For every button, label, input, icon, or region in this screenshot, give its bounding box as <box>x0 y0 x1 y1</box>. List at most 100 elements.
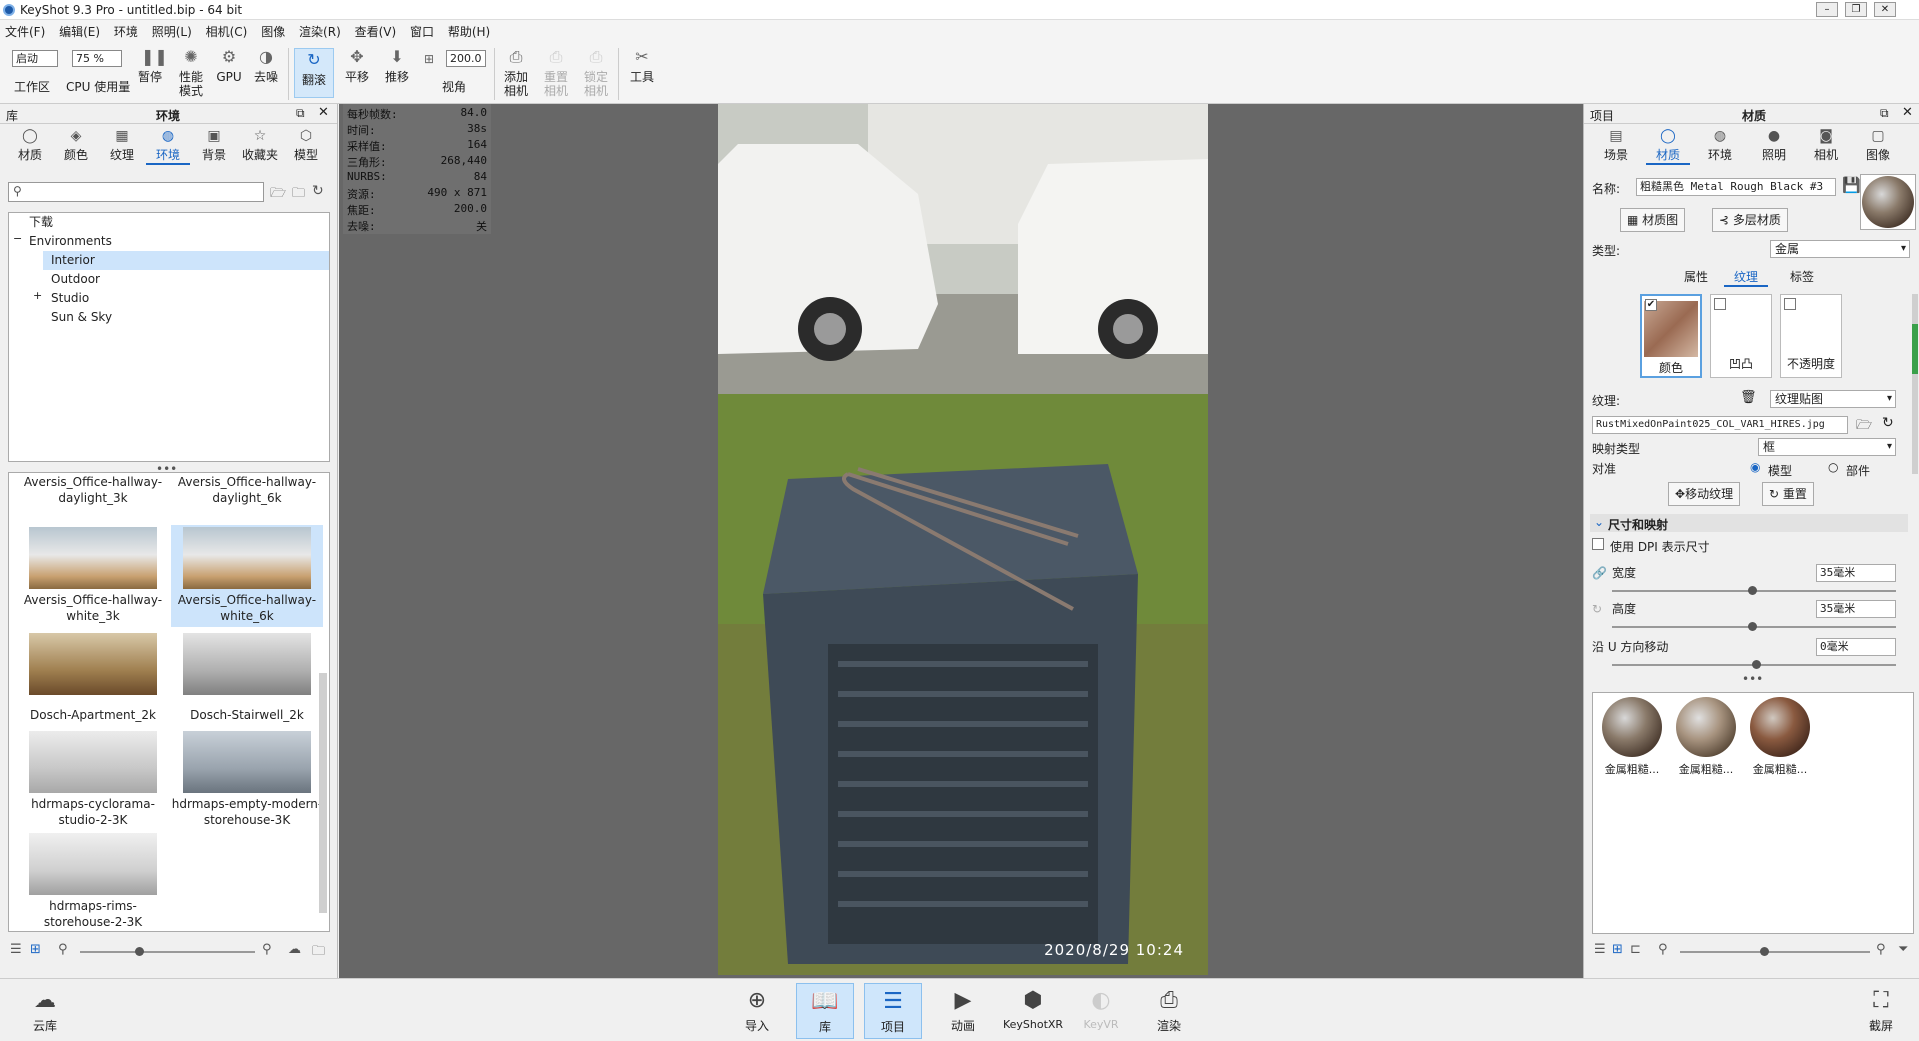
tab-environment[interactable]: ◍ 环境 <box>146 128 190 165</box>
list-view-icon[interactable]: ☰ <box>10 942 22 957</box>
height-slider[interactable] <box>1612 622 1896 631</box>
gpu-button[interactable]: ⚙ GPU <box>214 46 244 85</box>
size-mapping-section[interactable]: ⌄ 尺寸和映射 <box>1590 514 1908 532</box>
tree-node-download[interactable]: 下载 <box>29 213 319 232</box>
cpu-usage-select[interactable]: 75 % <box>72 50 122 67</box>
slot-checkbox[interactable] <box>1714 298 1726 310</box>
pan-button[interactable]: ✥ 平移 <box>340 46 374 85</box>
opacity-texture-slot[interactable]: 不透明度 <box>1780 294 1842 378</box>
material-type-select[interactable]: 金属 <box>1770 240 1910 258</box>
width-slider[interactable] <box>1612 586 1896 595</box>
screenshot-button[interactable]: ⛶ 截屏 <box>1852 983 1910 1039</box>
undock-icon[interactable]: ⧉ <box>1880 106 1889 121</box>
tab-model[interactable]: ⬡ 模型 <box>284 128 328 163</box>
close-panel-icon[interactable]: ✕ <box>318 105 329 120</box>
keyshotxr-button[interactable]: ⬢ KeyShotXR <box>1000 983 1066 1039</box>
menu-help[interactable]: 帮助(H) <box>443 20 495 43</box>
grid-view-icon[interactable]: ⊞ <box>30 942 41 957</box>
tab-color[interactable]: ◈ 颜色 <box>54 128 98 163</box>
texture-type-select[interactable]: 纹理贴图 <box>1770 390 1896 408</box>
menu-environment[interactable]: 环境 <box>109 20 143 43</box>
color-texture-slot[interactable]: ✔ 颜色 <box>1640 294 1702 378</box>
reload-icon[interactable]: ↻ <box>1882 415 1894 431</box>
list-view-icon[interactable]: ☰ <box>1594 942 1606 957</box>
tab-material[interactable]: ◯ 材质 <box>8 128 52 163</box>
material-preview[interactable] <box>1860 174 1916 230</box>
tools-button[interactable]: ✂ 工具 <box>624 46 660 85</box>
move-texture-button[interactable]: ✥移动纹理 <box>1668 482 1741 506</box>
render-button[interactable]: ⎙ 渲染 <box>1140 983 1198 1039</box>
pause-button[interactable]: ❚❚ 暂停 <box>134 46 168 85</box>
reset-texture-button[interactable]: ↻ 重置 <box>1762 482 1814 506</box>
lock-camera-button[interactable]: ⎙ 锁定 相机 <box>580 46 612 99</box>
browse-folder-icon[interactable]: 🗁 <box>1856 416 1872 438</box>
subtab-properties[interactable]: 属性 <box>1684 268 1708 285</box>
workspace-select[interactable]: 启动 <box>12 50 58 67</box>
add-camera-button[interactable]: ⎙ 添加 相机 <box>500 46 532 99</box>
tree-node-studio[interactable]: Studio <box>43 289 329 308</box>
animation-button[interactable]: ▶ 动画 <box>934 983 992 1039</box>
tab-scene[interactable]: ▤ 场景 <box>1594 128 1638 163</box>
open-folder-icon[interactable]: 🗁 <box>270 184 286 206</box>
tab-lighting[interactable]: ● 照明 <box>1752 128 1796 163</box>
tab-texture[interactable]: ▦ 纹理 <box>100 128 144 163</box>
align-model-radio[interactable]: ◉ <box>1750 460 1760 474</box>
menu-view[interactable]: 查看(V) <box>350 20 402 43</box>
tab-image[interactable]: ▢ 图像 <box>1856 128 1900 163</box>
subtab-texture[interactable]: 纹理 <box>1724 268 1769 287</box>
link-icon[interactable]: 🔗 <box>1592 566 1607 580</box>
tab-camera[interactable]: ◙ 相机 <box>1804 128 1848 163</box>
list-item[interactable]: 金属粗糙... <box>1747 697 1813 777</box>
list-item[interactable]: Aversis_Office-hallway-daylight_3k <box>17 473 169 506</box>
dolly-button[interactable]: ⬇ 推移 <box>380 46 414 85</box>
tree-node-outdoor[interactable]: Outdoor <box>43 270 329 289</box>
project-button[interactable]: ☰ 项目 <box>864 983 922 1039</box>
swatch-size-slider[interactable] <box>1680 947 1870 956</box>
bump-texture-slot[interactable]: 凹凸 <box>1710 294 1772 378</box>
slider-knob[interactable] <box>135 947 144 956</box>
zoom-out-icon[interactable]: ⚲ <box>1658 942 1668 957</box>
list-item[interactable]: hdrmaps-cyclorama-studio-2-3K <box>17 729 169 828</box>
list-item[interactable]: Aversis_Office-hallway-white_6k <box>171 525 323 627</box>
close-icon[interactable]: ✕ <box>1874 2 1896 17</box>
reset-camera-button[interactable]: ⎙ 重置 相机 <box>540 46 572 99</box>
list-item[interactable]: hdrmaps-empty-modern-storehouse-3K <box>171 729 323 828</box>
list-item[interactable]: 金属粗糙... <box>1673 697 1739 777</box>
menu-lighting[interactable]: 照明(L) <box>147 20 197 43</box>
collapse-icon[interactable]: − <box>13 232 22 245</box>
cloud-library-button[interactable]: ☁ 云库 <box>16 983 74 1039</box>
tab-background[interactable]: ▣ 背景 <box>192 128 236 163</box>
tab-environment[interactable]: ◍ 环境 <box>1698 128 1742 163</box>
menu-file[interactable]: 文件(F) <box>0 20 50 43</box>
tree-view-icon[interactable]: ⊏ <box>1630 942 1641 957</box>
material-graph-button[interactable]: ▦ 材质图 <box>1620 208 1686 232</box>
list-item[interactable]: Dosch-Stairwell_2k <box>171 631 323 723</box>
cloud-upload-icon[interactable]: ☁ <box>288 942 301 957</box>
texture-file-input[interactable]: RustMixedOnPaint025_COL_VAR1_HIRES.jpg <box>1592 416 1848 434</box>
tree-node-interior[interactable]: Interior <box>43 251 329 270</box>
filter-icon[interactable]: ⏷ <box>1898 942 1908 957</box>
list-item[interactable]: 金属粗糙... <box>1599 697 1665 777</box>
tree-node-sun-sky[interactable]: Sun & Sky <box>43 308 329 327</box>
list-item[interactable]: Dosch-Apartment_2k <box>17 631 169 723</box>
list-item[interactable]: hdrmaps-rims-storehouse-2-3K <box>17 831 169 930</box>
zoom-in-icon[interactable]: ⚲ <box>262 942 272 957</box>
menu-render[interactable]: 渲染(R) <box>294 20 346 43</box>
grid-view-icon[interactable]: ⊞ <box>1612 942 1623 957</box>
fov-input[interactable]: 200.0 <box>446 50 486 67</box>
thumbnail-size-slider[interactable] <box>80 947 255 956</box>
width-input[interactable]: 35毫米 <box>1816 564 1896 582</box>
slot-checkbox[interactable] <box>1784 298 1796 310</box>
dpi-checkbox[interactable] <box>1592 538 1604 550</box>
tab-favorites[interactable]: ☆ 收藏夹 <box>238 128 282 163</box>
tab-material[interactable]: ◯ 材质 <box>1646 128 1690 165</box>
denoise-button[interactable]: ◑ 去噪 <box>250 46 282 85</box>
slot-checkbox[interactable]: ✔ <box>1645 299 1657 311</box>
zoom-in-icon[interactable]: ⚲ <box>1876 942 1886 957</box>
u-shift-slider[interactable] <box>1612 660 1896 669</box>
add-folder-icon[interactable]: 🗀 <box>292 184 305 206</box>
performance-mode-button[interactable]: ✺ 性能 模式 <box>172 46 210 99</box>
save-material-icon[interactable]: 💾 <box>1842 176 1861 194</box>
splitter-handle[interactable]: ••• <box>1742 672 1763 686</box>
list-item[interactable]: Aversis_Office-hallway-daylight_6k <box>171 473 323 506</box>
